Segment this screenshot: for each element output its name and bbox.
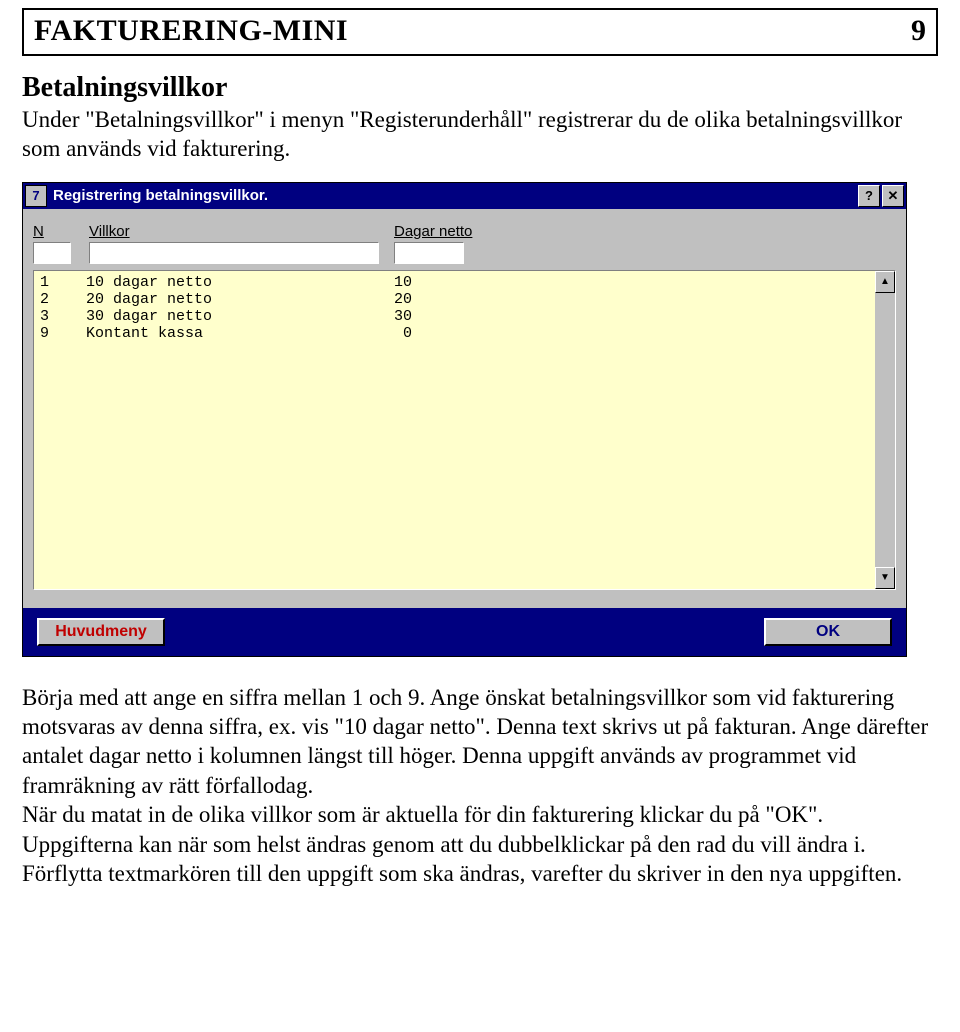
list-row[interactable]: 9Kontant kassa0 xyxy=(40,325,869,342)
main-menu-button[interactable]: Huvudmeny xyxy=(37,618,165,646)
intro-paragraph: Under "Betalningsvillkor" i menyn "Regis… xyxy=(22,106,938,164)
section-heading: Betalningsvillkor xyxy=(22,72,938,104)
help-button[interactable]: ? xyxy=(858,185,880,207)
chevron-down-icon: ▼ xyxy=(880,572,890,583)
label-n: N xyxy=(33,223,44,240)
button-bar: Huvudmeny OK xyxy=(23,608,906,656)
close-button[interactable]: ✕ xyxy=(882,185,904,207)
label-villkor: Villkor xyxy=(89,223,130,240)
input-n[interactable] xyxy=(33,242,71,264)
cell-dagar: 30 xyxy=(354,308,412,325)
ok-button[interactable]: OK xyxy=(764,618,892,646)
titlebar: 7 Registrering betalningsvillkor. ? ✕ xyxy=(23,183,906,209)
cell-dagar: 20 xyxy=(354,291,412,308)
app-window: 7 Registrering betalningsvillkor. ? ✕ N … xyxy=(22,182,907,657)
system-menu-glyph: 7 xyxy=(32,188,39,203)
scroll-down-button[interactable]: ▼ xyxy=(875,567,895,589)
cell-villkor: 20 dagar netto xyxy=(86,291,354,308)
cell-n: 3 xyxy=(40,308,86,325)
vertical-scrollbar[interactable]: ▲ ▼ xyxy=(875,270,896,590)
cell-n: 2 xyxy=(40,291,86,308)
cell-villkor: 30 dagar netto xyxy=(86,308,354,325)
list-box[interactable]: 110 dagar netto10220 dagar netto20330 da… xyxy=(33,270,896,590)
list-row[interactable]: 330 dagar netto30 xyxy=(40,308,869,325)
list-row[interactable]: 110 dagar netto10 xyxy=(40,274,869,291)
cell-dagar: 0 xyxy=(354,325,412,342)
input-villkor[interactable] xyxy=(89,242,379,264)
page-number: 9 xyxy=(911,14,926,48)
body-paragraph: Börja med att ange en siffra mellan 1 oc… xyxy=(22,683,938,889)
cell-villkor: Kontant kassa xyxy=(86,325,354,342)
cell-n: 9 xyxy=(40,325,86,342)
list-row[interactable]: 220 dagar netto20 xyxy=(40,291,869,308)
cell-n: 1 xyxy=(40,274,86,291)
cell-dagar: 10 xyxy=(354,274,412,291)
chevron-up-icon: ▲ xyxy=(880,276,890,287)
window-title: Registrering betalningsvillkor. xyxy=(53,187,856,204)
doc-header: FAKTURERING-MINI 9 xyxy=(22,8,938,56)
input-dagar-netto[interactable] xyxy=(394,242,464,264)
scroll-up-button[interactable]: ▲ xyxy=(875,271,895,293)
help-icon: ? xyxy=(865,188,873,203)
doc-title: FAKTURERING-MINI xyxy=(34,14,348,48)
system-menu-icon[interactable]: 7 xyxy=(25,185,47,207)
close-icon: ✕ xyxy=(888,188,899,204)
label-dagar-netto: Dagar netto xyxy=(394,223,472,240)
cell-villkor: 10 dagar netto xyxy=(86,274,354,291)
